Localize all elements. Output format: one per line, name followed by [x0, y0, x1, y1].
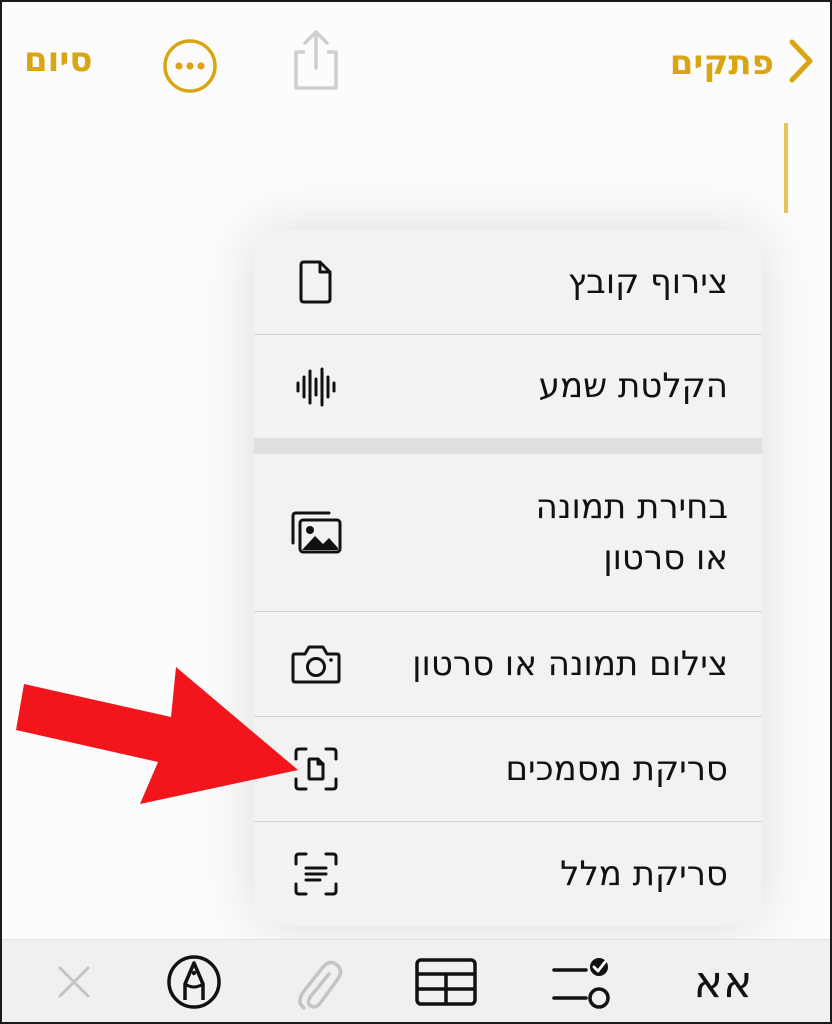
format-text-icon: אא [693, 956, 753, 1008]
photo-library-icon [288, 505, 344, 561]
menu-item-label: בחירת תמונה או סרטון [536, 482, 728, 584]
menu-item-label-line1: בחירת תמונה [535, 486, 728, 527]
menu-item-label-line2: או סרטון [603, 537, 728, 578]
table-icon [415, 958, 477, 1006]
menu-item-record-audio[interactable]: הקלטת שמע [254, 335, 762, 438]
chevron-right-icon [788, 38, 814, 88]
red-arrow-icon [16, 662, 306, 816]
checklist-icon [552, 958, 610, 1009]
bottom-toolbar: אא [2, 939, 830, 1022]
menu-item-attach-file[interactable]: צירוף קובץ [254, 230, 762, 335]
checklist-button[interactable] [548, 952, 612, 1012]
text-cursor [784, 123, 788, 213]
menu-item-label: הקלטת שמע [538, 366, 728, 406]
text-scan-icon [288, 846, 344, 902]
share-icon[interactable] [288, 28, 344, 98]
attachment-button[interactable] [286, 952, 350, 1012]
menu-item-choose-photo[interactable]: בחירת תמונה או סרטון [254, 454, 762, 612]
format-text-button[interactable]: אא [678, 952, 768, 1012]
menu-item-label: צילום תמונה או סרטון [412, 643, 728, 684]
menu-item-label: סריקת מסמכים [505, 748, 728, 789]
back-label: פתקים [669, 43, 774, 83]
notes-editor-screen: פתקים סיום צירוף קובץ הקלטת שמע בחירת תמ… [0, 0, 832, 1024]
menu-item-scan-text[interactable]: סריקת מלל [254, 822, 762, 926]
back-to-notes-button[interactable]: פתקים [670, 38, 814, 88]
markup-button[interactable] [162, 952, 226, 1012]
menu-item-label: צירוף קובץ [567, 261, 728, 302]
document-icon [288, 254, 344, 310]
more-options-button[interactable] [162, 38, 218, 98]
attachment-icon [298, 960, 343, 1010]
menu-item-take-photo[interactable]: צילום תמונה או סרטון [254, 612, 762, 717]
menu-item-label: סריקת מלל [560, 853, 728, 894]
waveform-icon [288, 359, 344, 415]
close-icon [58, 966, 90, 998]
menu-group-separator [254, 438, 762, 454]
close-button[interactable] [42, 952, 106, 1012]
menu-item-scan-documents[interactable]: סריקת מסמכים [254, 717, 762, 822]
done-button[interactable]: סיום [24, 40, 92, 80]
more-ellipsis-icon [163, 39, 217, 93]
attachment-menu: צירוף קובץ הקלטת שמע בחירת תמונה או סרטו… [254, 230, 762, 926]
table-button[interactable] [414, 952, 478, 1012]
markup-pen-icon [167, 955, 221, 1009]
